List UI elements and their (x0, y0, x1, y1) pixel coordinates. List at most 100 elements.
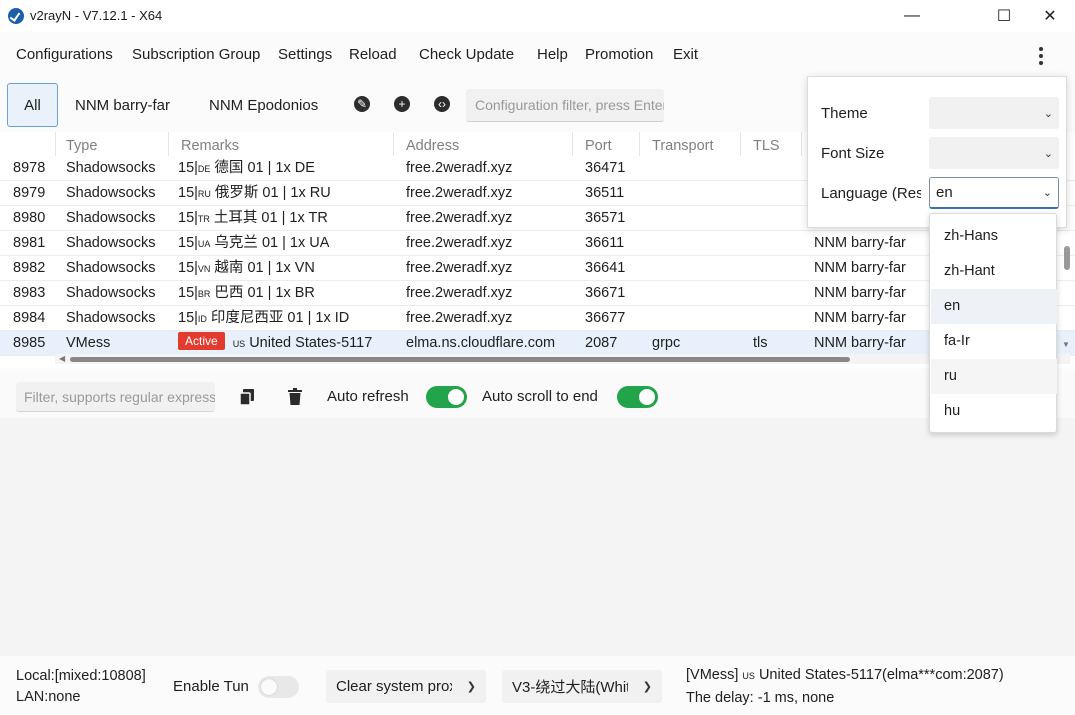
log-filter-input[interactable]: Filter, supports regular expressions (16, 382, 215, 412)
country-code: US (232, 339, 246, 349)
cell-type: Shadowsocks (66, 285, 156, 301)
menu-check-update[interactable]: Check Update (419, 46, 514, 63)
remark-prefix: 15| (178, 185, 198, 201)
cell-type: Shadowsocks (66, 235, 156, 251)
cell-transport: grpc (652, 335, 681, 351)
menu-exit[interactable]: Exit (673, 46, 698, 63)
horizontal-scroll-thumb[interactable] (70, 357, 850, 362)
menu-settings[interactable]: Settings (278, 46, 332, 63)
remark-text: 俄罗斯 01 | 1x RU (214, 185, 331, 201)
remark-prefix: 15| (178, 235, 198, 251)
country-code: TR (197, 214, 210, 224)
font-size-select[interactable]: ⌄ (929, 137, 1059, 169)
language-option[interactable]: fa-Ir (931, 324, 1057, 359)
cell-address: elma.ns.cloudflare.com (406, 335, 556, 351)
minimize-icon: — (904, 7, 920, 24)
table-row[interactable]: 8982 Shadowsocks 15|VN 越南 01 | 1x VN free.2w… (0, 256, 1075, 281)
theme-select[interactable]: ⌄ (929, 97, 1059, 129)
tab-all[interactable]: All (7, 83, 58, 127)
column-header-port[interactable]: Port (585, 138, 612, 154)
table-row[interactable]: 8983 Shadowsocks 15|BR 巴西 01 | 1x BR free.2w… (0, 281, 1075, 306)
language-select[interactable]: en ⌄ (929, 177, 1059, 209)
table-row[interactable]: 8985 VMess Active US United States-5117 elma.… (0, 331, 1075, 356)
remark-text: 越南 01 | 1x VN (214, 260, 315, 276)
delay-text: The delay: -1 ms, none (686, 690, 835, 706)
scroll-left-icon[interactable]: ◀ (59, 354, 65, 363)
language-option[interactable]: hu (931, 394, 1057, 429)
cell-type: Shadowsocks (66, 210, 156, 226)
table-row[interactable]: 8984 Shadowsocks 15|ID 印度尼西亚 01 | 1x ID free… (0, 306, 1075, 331)
cell-type: Shadowsocks (66, 310, 156, 326)
log-output-area[interactable] (0, 418, 1075, 656)
more-options-icon[interactable] (1030, 44, 1052, 68)
cell-remarks: 15|BR 巴西 01 | 1x BR (178, 281, 315, 306)
menu-help[interactable]: Help (537, 46, 568, 63)
cell-remarks: 15|RU 俄罗斯 01 | 1x RU (178, 181, 331, 206)
cell-idx: 8983 (13, 285, 46, 301)
tab-nnm-barry-far[interactable]: NNM barry-far (75, 86, 170, 124)
chevron-down-icon: ⌄ (1043, 147, 1053, 160)
enable-tun-toggle[interactable] (258, 676, 299, 698)
auto-scroll-toggle[interactable] (617, 386, 658, 408)
remark-text: United States-5117 (249, 335, 373, 351)
window-title: v2rayN - V7.12.1 - X64 (30, 8, 163, 23)
cell-group: NNM barry-far (814, 235, 906, 251)
move-icon[interactable]: ‹› (434, 96, 450, 112)
menu-subscription-group[interactable]: Subscription Group (132, 46, 260, 63)
cell-idx: 8978 (13, 160, 46, 176)
menu-promotion[interactable]: Promotion (585, 46, 653, 63)
remark-prefix: 15| (178, 310, 198, 326)
language-option[interactable]: ru (931, 359, 1057, 394)
settings-popup: Theme ⌄ Font Size ⌄ Language (Restart) e… (807, 76, 1067, 228)
auto-refresh-toggle[interactable] (426, 386, 467, 408)
close-button[interactable]: ✕ (1027, 0, 1073, 32)
cell-group: NNM barry-far (814, 335, 906, 351)
remark-text: 印度尼西亚 01 | 1x ID (210, 310, 350, 326)
column-header-tls[interactable]: TLS (753, 138, 780, 154)
auto-scroll-label: Auto scroll to end (482, 388, 598, 405)
tab-nnm-epodonios[interactable]: NNM Epodonios (209, 86, 318, 124)
enable-tun-label: Enable Tun (173, 678, 249, 695)
cell-address: free.2weradf.xyz (406, 210, 513, 226)
cell-port: 36677 (585, 310, 626, 326)
remark-text: 德国 01 | 1x DE (214, 160, 315, 176)
column-header-type[interactable]: Type (66, 138, 97, 154)
delete-icon[interactable] (288, 388, 302, 405)
cell-address: free.2weradf.xyz (406, 185, 513, 201)
menu-configurations[interactable]: Configurations (16, 46, 113, 63)
cell-port: 36611 (585, 235, 625, 251)
maximize-button[interactable]: ☐ (981, 0, 1027, 32)
cell-port: 2087 (585, 335, 618, 351)
language-label: Language (Restart) (821, 185, 921, 202)
chevron-down-icon: ⌄ (1042, 187, 1052, 199)
column-header-address[interactable]: Address (406, 138, 459, 154)
vertical-scroll-thumb[interactable] (1064, 246, 1070, 270)
active-badge: Active (178, 332, 225, 350)
remark-prefix: 15| (178, 260, 198, 276)
routing-select[interactable]: V3-绕过大陆(Whitelist) ❯ (502, 670, 662, 703)
language-option[interactable]: zh-Hant (931, 254, 1057, 289)
scroll-down-icon[interactable]: ▼ (1062, 340, 1070, 349)
remark-prefix: 15| (178, 285, 198, 301)
copy-icon[interactable] (239, 389, 254, 406)
menu-reload[interactable]: Reload (349, 46, 397, 63)
country-code: UA (197, 239, 211, 249)
cell-address: free.2weradf.xyz (406, 260, 513, 276)
minimize-button[interactable]: — (889, 0, 935, 32)
add-icon[interactable]: + (394, 96, 410, 112)
remark-text: 乌克兰 01 | 1x UA (214, 235, 330, 251)
system-proxy-select[interactable]: Clear system proxy ❯ (326, 670, 486, 703)
maximize-icon: ☐ (996, 8, 1012, 25)
lan-text: LAN:none (16, 689, 81, 705)
edit-icon[interactable]: ✎ (354, 96, 370, 112)
column-header-remarks[interactable]: Remarks (181, 138, 239, 154)
chevron-down-icon: ❯ (466, 681, 476, 693)
table-row[interactable]: 8981 Shadowsocks 15|UA 乌克兰 01 | 1x UA free.2… (0, 231, 1075, 256)
cell-tls: tls (753, 335, 768, 351)
cell-type: Shadowsocks (66, 160, 156, 176)
language-option[interactable]: zh-Hans (931, 219, 1057, 254)
cell-port: 36471 (585, 160, 626, 176)
column-header-transport[interactable]: Transport (652, 138, 714, 154)
configuration-filter-input[interactable]: Configuration filter, press Enter to exe… (466, 89, 664, 122)
language-option[interactable]: en (931, 289, 1057, 324)
